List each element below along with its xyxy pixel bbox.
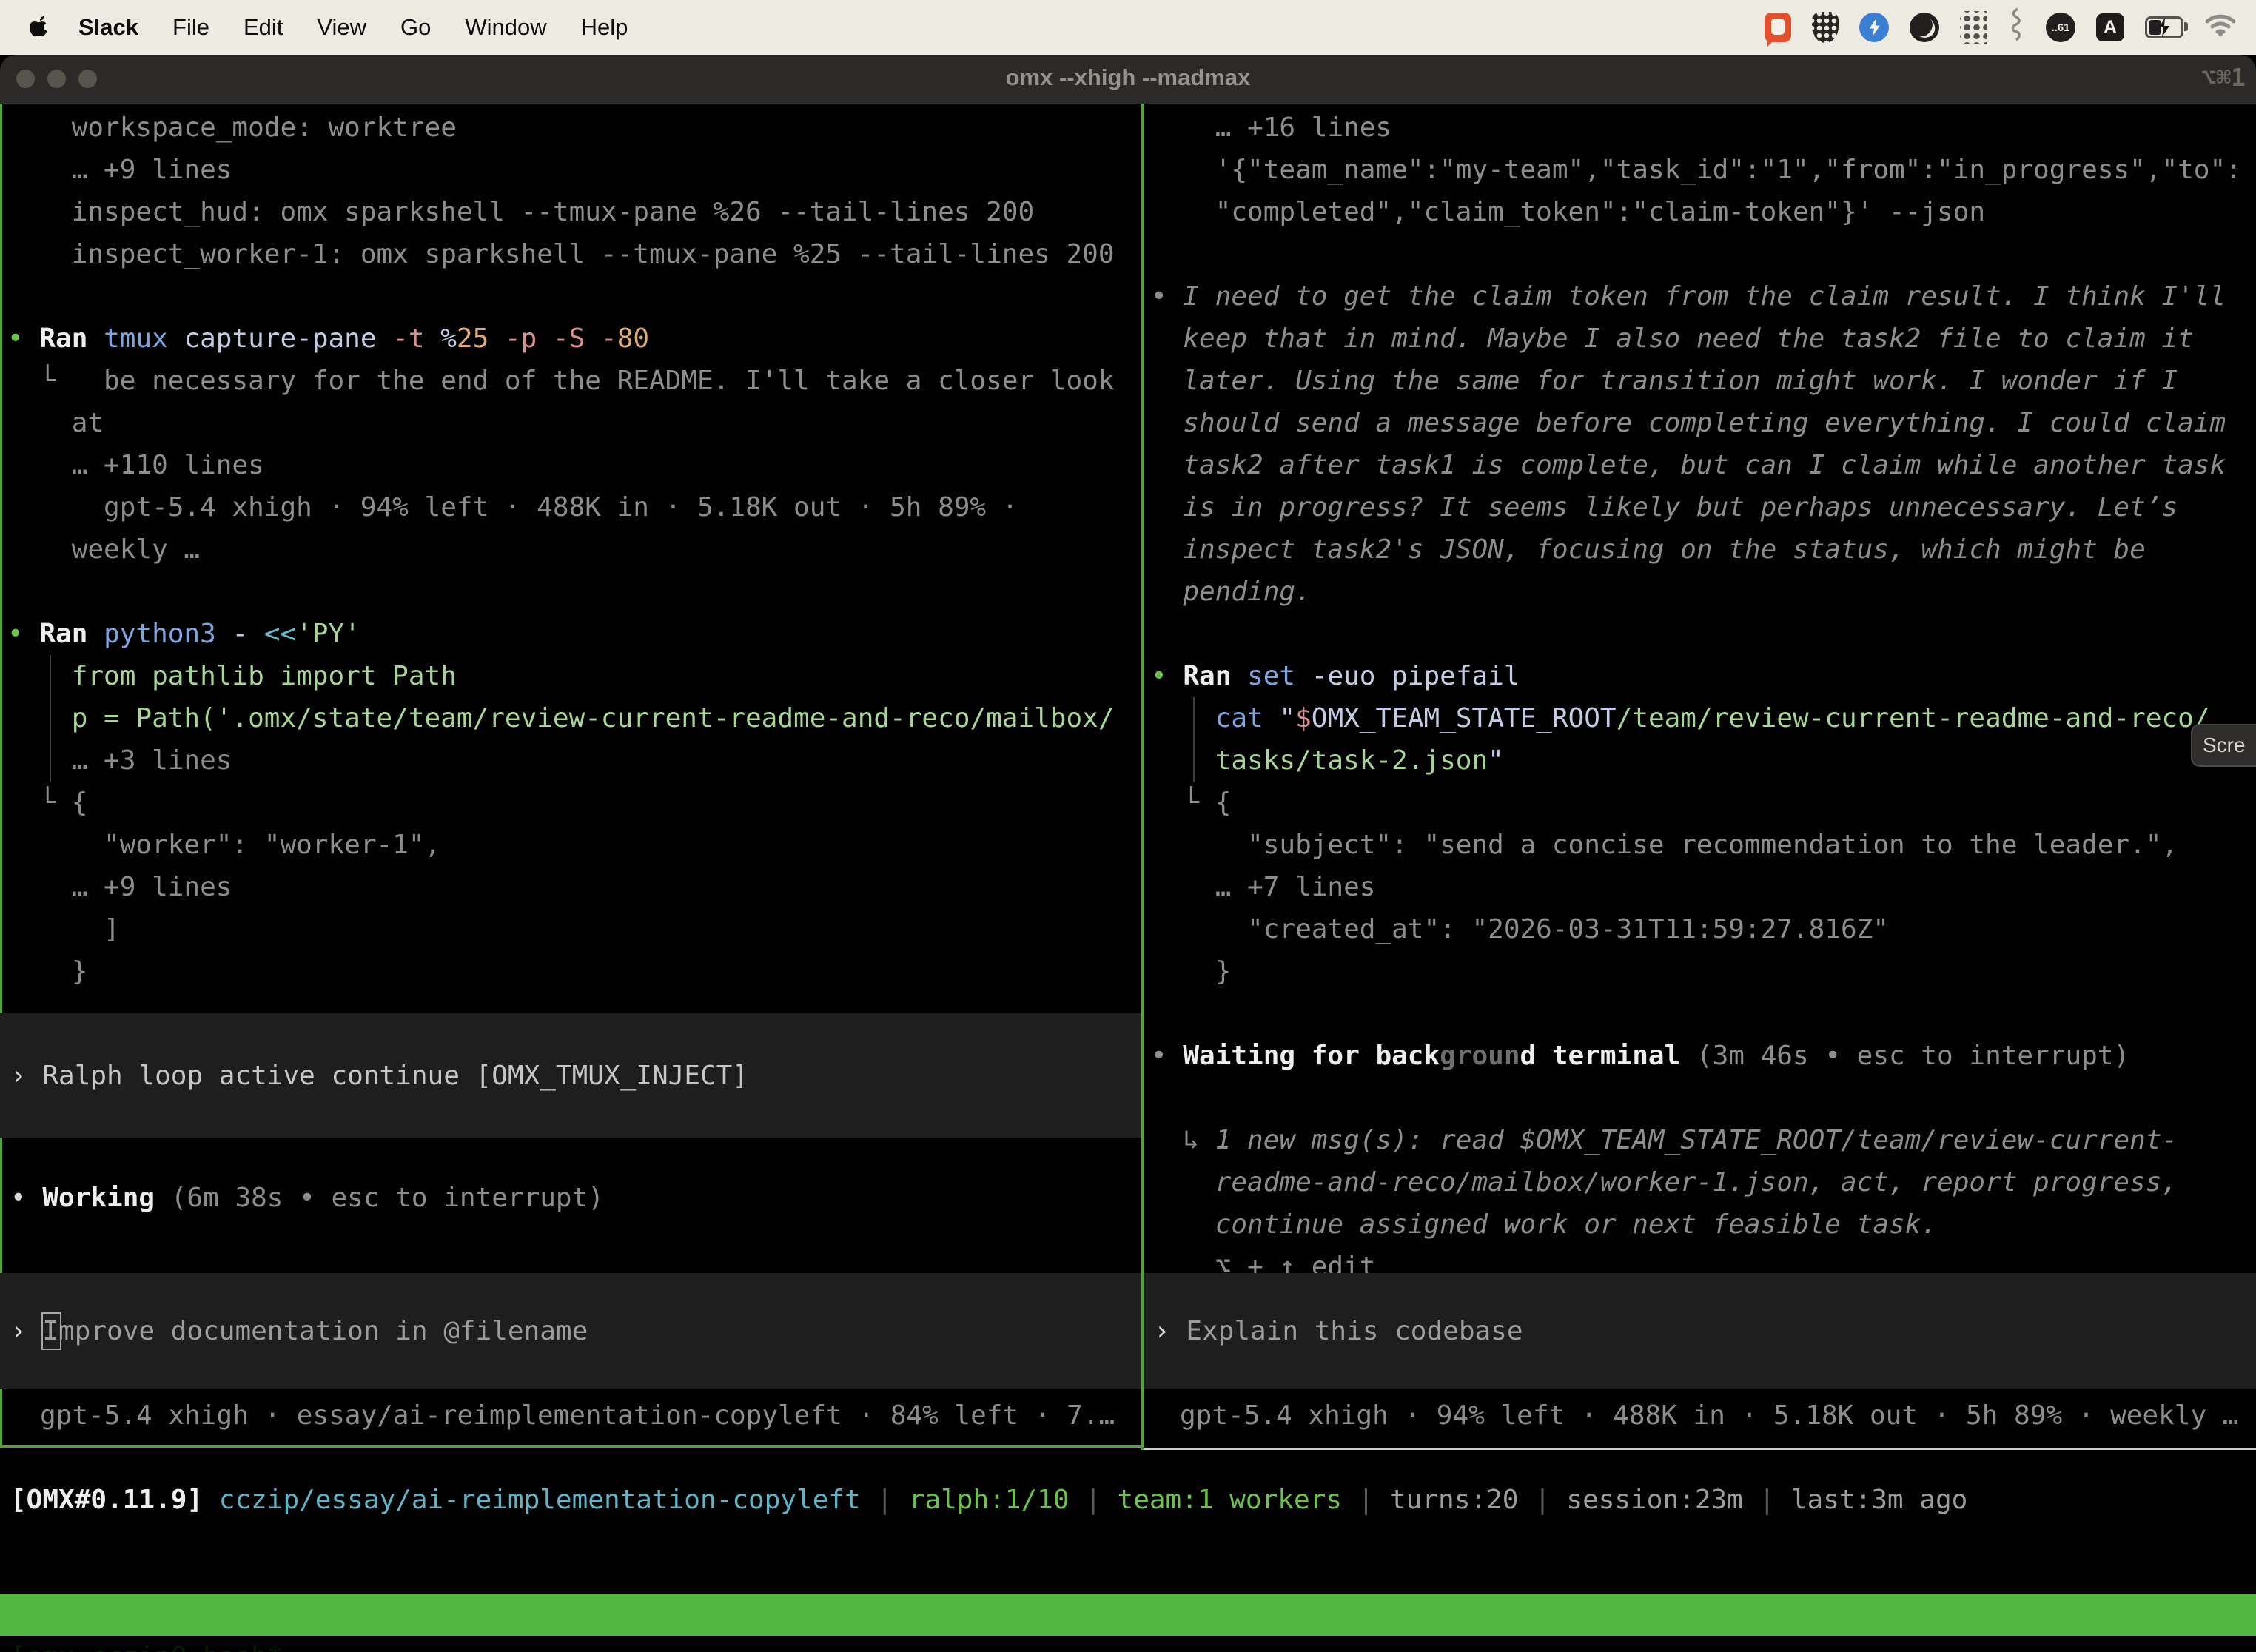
app-grid-icon[interactable]: [1960, 11, 1987, 44]
menu-window[interactable]: Window: [465, 14, 546, 41]
left-command-connector-line: [50, 655, 51, 782]
right-pane-output[interactable]: … +16 lines '{"team_name":"my-team","tas…: [1151, 107, 2256, 1288]
right-command-connector-line: [1193, 697, 1195, 782]
right-pane-model-status: gpt-5.4 xhigh · 94% left · 488K in · 5.1…: [1180, 1394, 2238, 1437]
menu-help[interactable]: Help: [581, 14, 628, 41]
menu-bar: Slack File Edit View Go Window Help ..61…: [0, 0, 2256, 55]
slack-notification-icon[interactable]: [1765, 13, 1791, 42]
camera-crescent-icon[interactable]: [1910, 13, 1939, 42]
left-input-placeholder[interactable]: › Improve documentation in @filename: [0, 1310, 588, 1352]
right-input-placeholder[interactable]: › Explain this codebase: [1144, 1310, 1523, 1352]
left-pane-bottom-border: [0, 1446, 1141, 1448]
omx-session-status-line: [OMX#0.11.9] cczip/essay/ai-reimplementa…: [10, 1479, 1967, 1521]
left-pane-model-status: gpt-5.4 xhigh · essay/ai-reimplementatio…: [40, 1394, 1115, 1437]
blue-badge-icon[interactable]: [1859, 13, 1889, 42]
menu-edit[interactable]: Edit: [244, 14, 283, 41]
squiggle-script-icon[interactable]: [2007, 7, 2025, 48]
pane-divider[interactable]: [1141, 104, 1144, 1450]
left-working-status: • Working (6m 38s • esc to interrupt): [10, 1177, 604, 1219]
left-inject-banner: › Ralph loop active continue [OMX_TMUX_I…: [0, 1013, 1141, 1138]
menu-app-name[interactable]: Slack: [78, 14, 138, 41]
right-input-box[interactable]: › Explain this codebase: [1144, 1273, 2256, 1389]
left-input-cursor: [41, 1312, 61, 1350]
left-pane-left-border: [0, 104, 2, 1448]
window-shortcut-hint: ⌥⌘1: [2201, 63, 2246, 92]
menu-go[interactable]: Go: [400, 14, 431, 41]
battery-61-badge-icon[interactable]: ..61: [2046, 13, 2075, 42]
tmux-status-bar: [omx-cczip0:bash* "MacBook-Pro-44.local"…: [0, 1594, 2256, 1636]
window-title: omx --xhigh --madmax: [0, 64, 2256, 91]
right-pane-bottom-border: [1144, 1448, 2256, 1450]
wifi-icon[interactable]: [2204, 12, 2237, 43]
menu-file[interactable]: File: [172, 14, 209, 41]
terminal-screen: workspace_mode: worktree … +9 lines insp…: [0, 104, 2256, 1652]
battery-charging-icon[interactable]: [2145, 16, 2183, 38]
window-title-bar: omx --xhigh --madmax ⌥⌘1: [0, 55, 2256, 104]
left-inject-banner-text: › Ralph loop active continue [OMX_TMUX_I…: [0, 1055, 748, 1097]
apple-menu-icon[interactable]: [30, 14, 52, 41]
privacy-shield-icon[interactable]: [1812, 12, 1839, 43]
left-pane-output[interactable]: workspace_mode: worktree … +9 lines insp…: [7, 107, 1140, 993]
input-source-a-icon[interactable]: A: [2096, 13, 2124, 41]
menu-status-icons: ..61 A: [1765, 7, 2237, 48]
tmux-session-name[interactable]: [omx-cczip0:bash*: [10, 1636, 283, 1652]
menu-view[interactable]: View: [317, 14, 366, 41]
left-input-box[interactable]: › Improve documentation in @filename: [0, 1273, 1141, 1389]
screen-tooltip: Scre: [2191, 724, 2256, 767]
